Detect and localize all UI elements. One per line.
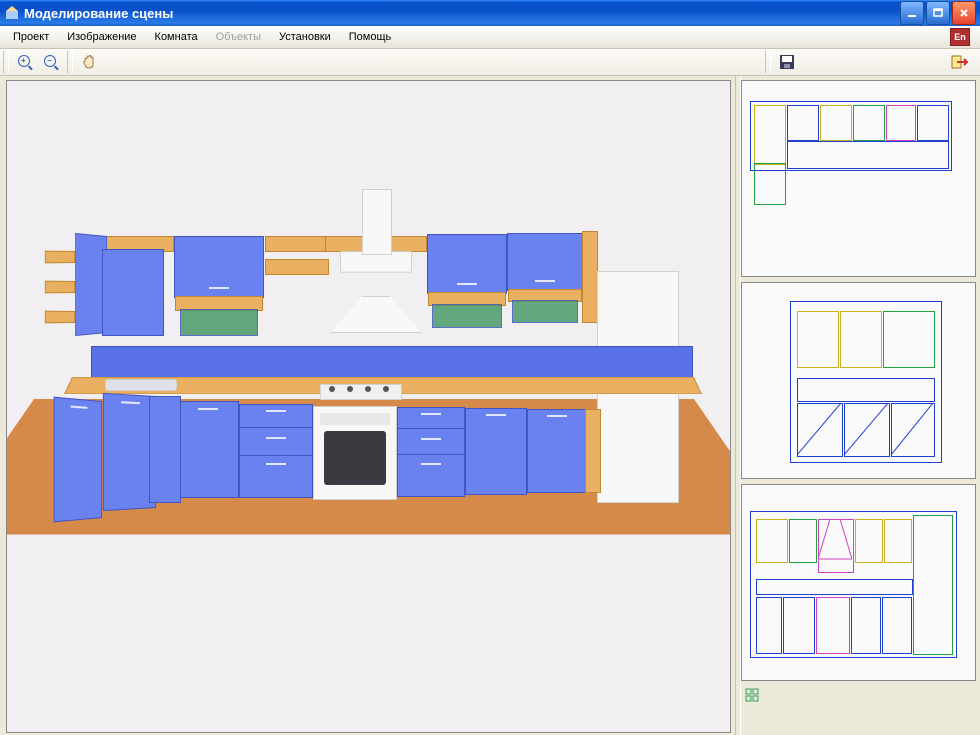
maximize-button[interactable] [926,1,950,25]
hood-outline [818,519,852,571]
menu-bar: Проект Изображение Комната Объекты Устан… [0,26,980,49]
side-panel-footer [741,686,976,706]
language-badge[interactable]: En [950,28,970,46]
range-hood [330,296,422,333]
menu-project[interactable]: Проект [4,28,58,46]
plan-view-elevation-1[interactable] [741,282,976,479]
lower-cabinet-corner [149,396,181,503]
toolbar-grip [3,51,9,73]
upper-cabinet-corner [102,249,164,336]
zoom-in-icon[interactable]: + [14,51,36,73]
menu-settings[interactable]: Установки [270,28,340,46]
range-hood-duct [362,189,392,255]
shelf [265,259,329,275]
menu-image[interactable]: Изображение [58,28,145,46]
shelf-left [45,311,75,324]
hob-burner [347,386,353,392]
shelf-left [45,281,75,294]
lower-cabinet [465,408,527,495]
upper-cabinet [512,300,578,323]
close-button[interactable] [952,1,976,25]
menu-objects: Объекты [207,28,270,46]
window-title: Моделирование сцены [24,6,900,21]
upper-cabinet [507,233,583,291]
diagonal-lines [797,403,933,455]
shelf-left [45,251,75,264]
toolbar: + − [0,49,980,76]
toolbar-sep-2 [765,51,771,73]
lower-cabinet [397,407,465,497]
hob-burner [329,386,335,392]
zoom-out-icon[interactable]: − [40,51,62,73]
plan-view-elevation-2[interactable] [741,484,976,681]
lower-cabinet [239,404,313,498]
pan-hand-icon[interactable] [78,51,100,73]
hob-burner [365,386,371,392]
workspace [0,76,980,735]
menu-help[interactable]: Помощь [340,28,401,46]
main-panel [0,76,735,735]
toolbar-sep-1 [67,51,73,73]
lower-cabinet-left [54,397,102,523]
menu-room[interactable]: Комната [146,28,207,46]
lower-cabinet [177,401,239,498]
upper-cabinet [432,304,502,328]
cabinet-side [582,231,598,323]
3d-viewport[interactable] [6,80,731,733]
grid-toggle-icon[interactable] [745,688,759,705]
upper-cabinet [174,236,264,298]
minimize-button[interactable] [900,1,924,25]
app-icon [4,5,20,21]
oven [313,406,397,500]
shelf [265,236,329,252]
cabinet-side [585,409,601,493]
plan-view-top[interactable] [741,80,976,277]
exit-icon[interactable] [950,51,972,73]
upper-cabinet [180,309,258,336]
window-controls [900,1,976,25]
lower-cabinet [527,409,587,493]
side-panel [741,76,980,735]
upper-cabinet [427,234,507,294]
save-icon[interactable] [776,51,798,73]
sink [105,379,177,391]
title-bar: Моделирование сцены [0,0,980,26]
hob-burner [383,386,389,392]
